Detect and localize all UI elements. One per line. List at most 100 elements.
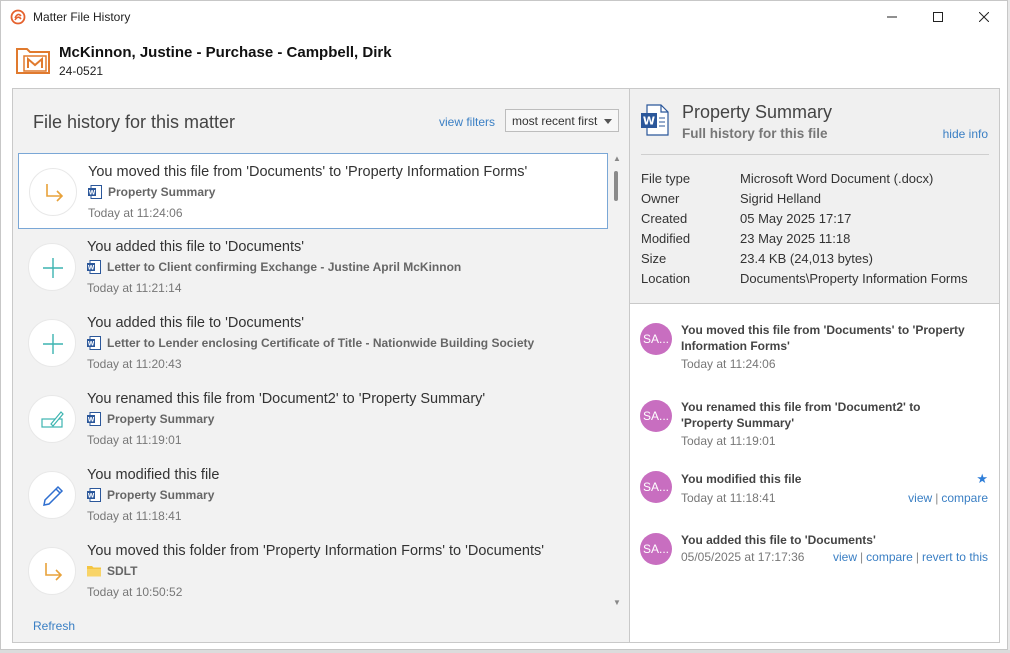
- history-item-file: W Letter to Client confirming Exchange -…: [87, 260, 461, 274]
- history-item-file: SDLT: [87, 564, 137, 578]
- history-item-time: Today at 11:19:01: [87, 433, 182, 447]
- avatar: SA...: [640, 471, 672, 503]
- activity-item: SA... You modified this file ★ Today at …: [630, 471, 999, 541]
- svg-text:W: W: [643, 115, 655, 128]
- history-item-file: W Property Summary: [87, 412, 214, 426]
- file-details-pane: W Property Summary Full history for this…: [630, 89, 999, 642]
- history-item-time: Today at 11:21:14: [87, 281, 182, 295]
- refresh-link[interactable]: Refresh: [33, 619, 75, 633]
- hide-info-link[interactable]: hide info: [943, 127, 988, 141]
- scroll-down-icon[interactable]: ▼: [613, 599, 621, 607]
- view-filters-link[interactable]: view filters: [439, 115, 495, 129]
- property-label: Created: [641, 211, 688, 226]
- scrollbar-thumb[interactable]: [614, 171, 618, 201]
- history-item-file-name: Property Summary: [108, 185, 216, 199]
- matter-header: McKinnon, Justine - Purchase - Campbell,…: [1, 33, 1007, 87]
- window-title: Matter File History: [33, 10, 131, 24]
- history-item-title: You added this file to 'Documents': [87, 315, 304, 331]
- history-item-time: Today at 11:20:43: [87, 357, 182, 371]
- move-icon: [29, 168, 77, 216]
- history-item[interactable]: You modified this file W Property Summar…: [18, 457, 608, 533]
- history-item-title: You renamed this file from 'Document2' t…: [87, 391, 486, 407]
- edit-icon: [28, 471, 76, 519]
- history-item-title: You added this file to 'Documents': [87, 239, 304, 255]
- property-label: Owner: [641, 191, 680, 206]
- history-item-title: You moved this file from 'Documents' to …: [88, 164, 528, 180]
- avatar: SA...: [640, 400, 672, 432]
- history-item-file-name: Letter to Lender enclosing Certificate o…: [107, 336, 535, 350]
- word-icon: W: [88, 185, 102, 199]
- activity-time: Today at 11:24:06: [681, 357, 776, 371]
- activity-item: SA... You renamed this file from 'Docume…: [630, 399, 999, 469]
- matter-title: McKinnon, Justine - Purchase - Campbell,…: [59, 44, 392, 61]
- property-value: Sigrid Helland: [740, 191, 821, 206]
- info-divider: [641, 154, 989, 155]
- activity-item: SA... You added this file to 'Documents'…: [630, 532, 999, 602]
- history-pane: File history for this matter view filter…: [13, 89, 629, 642]
- sort-order-select[interactable]: most recent first: [505, 109, 619, 132]
- history-item-file-name: Property Summary: [107, 488, 215, 502]
- scroll-up-icon[interactable]: ▲: [613, 155, 621, 163]
- word-icon: W: [87, 260, 101, 274]
- word-icon: W: [87, 488, 101, 502]
- history-item-file-name: SDLT: [107, 564, 138, 578]
- history-item-title: You modified this file: [87, 467, 220, 483]
- history-item-time: Today at 11:24:06: [88, 206, 183, 220]
- property-label: File type: [641, 171, 691, 186]
- add-icon: [28, 243, 76, 291]
- title-bar: Matter File History: [1, 1, 1007, 33]
- activity-links: view | compare: [908, 491, 988, 505]
- history-list[interactable]: You moved this file from 'Documents' to …: [18, 153, 608, 609]
- history-item[interactable]: You moved this folder from 'Property Inf…: [18, 533, 608, 609]
- property-value: 05 May 2025 17:17: [740, 211, 852, 226]
- property-value: 23.4 KB (24,013 bytes): [740, 251, 873, 266]
- svg-text:W: W: [88, 417, 95, 424]
- minimize-button[interactable]: [869, 1, 915, 33]
- app-logo-icon: [10, 9, 26, 25]
- history-item-file: W Property Summary: [88, 185, 215, 199]
- avatar: SA...: [640, 323, 672, 355]
- activity-time: 05/05/2025 at 17:17:36: [681, 550, 805, 564]
- star-icon[interactable]: ★: [976, 471, 988, 487]
- folder-icon: [87, 566, 101, 577]
- svg-text:W: W: [88, 341, 95, 348]
- window-controls: [869, 1, 1007, 33]
- history-item-file: W Property Summary: [87, 488, 214, 502]
- history-item[interactable]: You renamed this file from 'Document2' t…: [18, 381, 608, 457]
- maximize-button[interactable]: [915, 1, 961, 33]
- history-item-file-name: Property Summary: [107, 412, 215, 426]
- chevron-down-icon: [604, 119, 612, 124]
- activity-time: Today at 11:19:01: [681, 434, 776, 448]
- revert-link[interactable]: revert to this: [922, 550, 988, 564]
- close-button[interactable]: [961, 1, 1007, 33]
- property-label: Size: [641, 251, 667, 266]
- history-item[interactable]: You added this file to 'Documents' W Let…: [18, 229, 608, 305]
- activity-item: SA... You moved this file from 'Document…: [630, 322, 999, 392]
- close-icon: [979, 12, 989, 22]
- history-item-file: W Letter to Lender enclosing Certificate…: [87, 336, 534, 350]
- activity-text: You moved this file from 'Documents' to …: [681, 323, 965, 353]
- view-link[interactable]: view: [833, 550, 857, 564]
- add-icon: [28, 319, 76, 367]
- rename-icon: [28, 395, 76, 443]
- property-value: Microsoft Word Document (.docx): [740, 171, 934, 186]
- compare-link[interactable]: compare: [866, 550, 913, 564]
- maximize-icon: [933, 12, 943, 22]
- file-subtitle: Full history for this file: [682, 126, 828, 141]
- activity-text: You modified this file: [681, 472, 802, 486]
- word-icon: W: [87, 336, 101, 350]
- history-item-title: You moved this folder from 'Property Inf…: [87, 543, 544, 559]
- compare-link[interactable]: compare: [941, 491, 988, 505]
- main-content: File history for this matter view filter…: [12, 88, 1000, 643]
- svg-text:W: W: [88, 265, 95, 272]
- view-link[interactable]: view: [908, 491, 932, 505]
- word-document-icon: W: [641, 104, 669, 136]
- file-info-panel: W Property Summary Full history for this…: [630, 89, 999, 304]
- svg-text:W: W: [88, 493, 95, 500]
- history-item[interactable]: You added this file to 'Documents' W Let…: [18, 305, 608, 381]
- word-icon: W: [87, 412, 101, 426]
- history-item[interactable]: You moved this file from 'Documents' to …: [18, 153, 608, 229]
- activity-text: You added this file to 'Documents': [681, 533, 876, 547]
- history-scrollbar[interactable]: ▲ ▼: [611, 153, 623, 609]
- matter-folder-icon: [16, 48, 50, 74]
